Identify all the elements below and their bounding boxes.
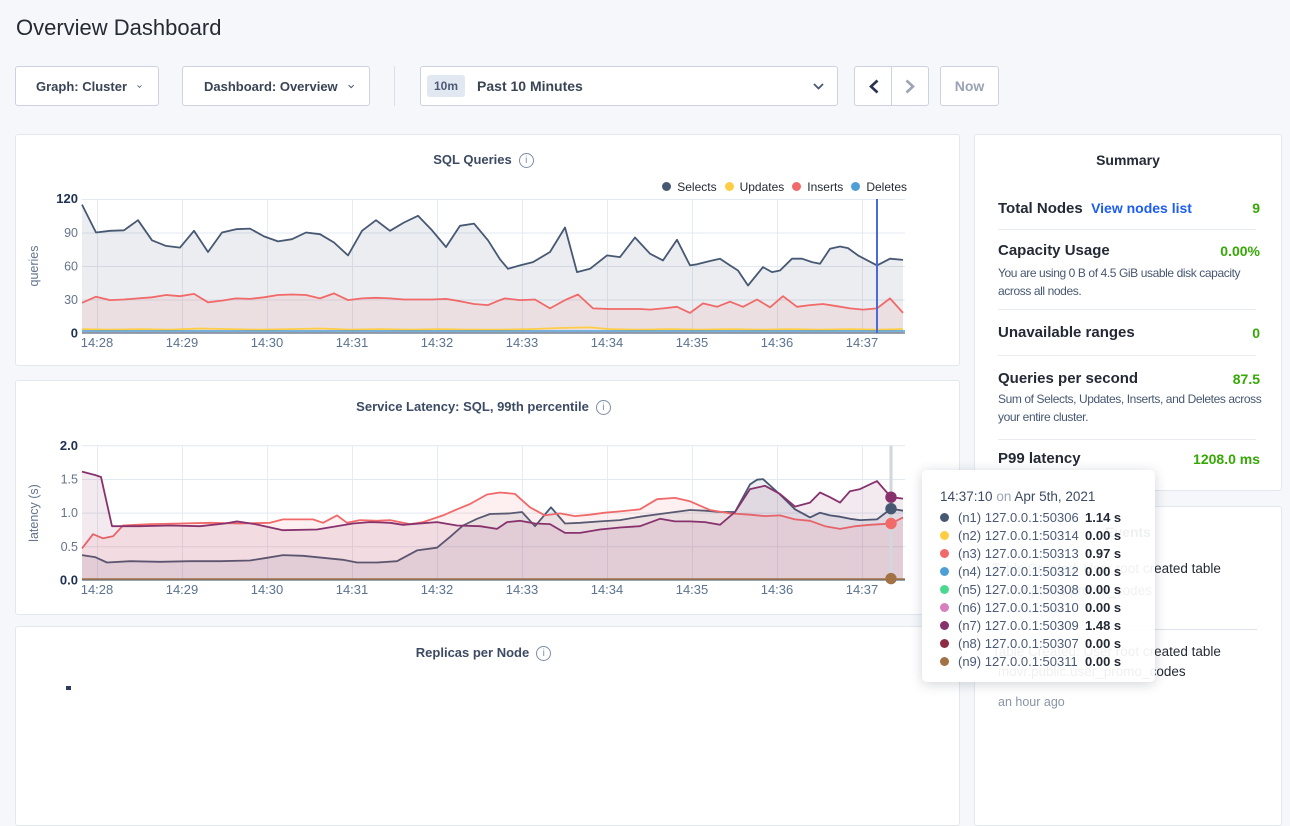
svg-text:60: 60: [64, 260, 78, 274]
svg-text:90: 90: [64, 226, 78, 240]
svg-text:30: 30: [64, 293, 78, 307]
svg-text:1.5: 1.5: [61, 473, 78, 487]
svg-text:14:37: 14:37: [846, 335, 879, 350]
svg-text:14:35: 14:35: [676, 582, 709, 597]
svg-text:120: 120: [56, 191, 78, 206]
svg-text:14:28: 14:28: [81, 582, 114, 597]
svg-text:14:33: 14:33: [506, 335, 539, 350]
svg-text:0.0: 0.0: [60, 573, 78, 588]
svg-text:14:36: 14:36: [761, 335, 794, 350]
svg-text:14:37: 14:37: [846, 582, 879, 597]
svg-text:14:30: 14:30: [251, 582, 284, 597]
svg-text:1.0: 1.0: [61, 506, 78, 520]
svg-text:14:32: 14:32: [421, 335, 454, 350]
svg-text:14:30: 14:30: [251, 335, 284, 350]
svg-text:14:36: 14:36: [761, 582, 794, 597]
svg-text:14:29: 14:29: [166, 335, 199, 350]
svg-text:2.0: 2.0: [60, 438, 78, 453]
svg-text:14:35: 14:35: [676, 335, 709, 350]
svg-text:0: 0: [71, 326, 78, 341]
svg-text:14:33: 14:33: [506, 582, 539, 597]
svg-text:14:29: 14:29: [166, 582, 199, 597]
svg-text:queries: queries: [27, 246, 41, 287]
svg-text:14:31: 14:31: [336, 582, 369, 597]
svg-text:14:34: 14:34: [591, 335, 624, 350]
svg-text:0.5: 0.5: [61, 540, 78, 554]
svg-text:14:31: 14:31: [336, 335, 369, 350]
svg-text:14:28: 14:28: [81, 335, 114, 350]
svg-text:14:34: 14:34: [591, 582, 624, 597]
svg-text:latency (s): latency (s): [27, 484, 41, 542]
svg-text:14:32: 14:32: [421, 582, 454, 597]
